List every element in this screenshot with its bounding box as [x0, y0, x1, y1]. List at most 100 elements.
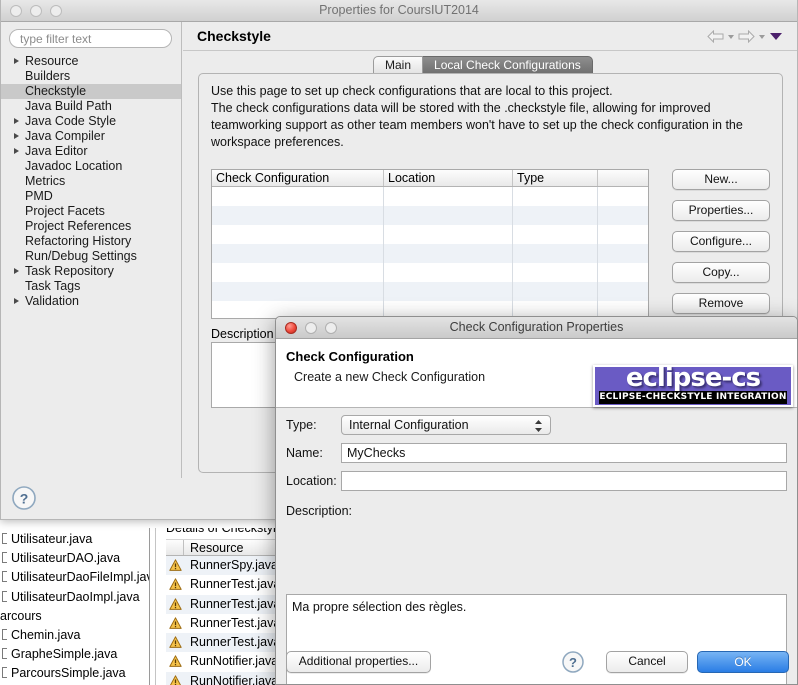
- table-row[interactable]: [212, 206, 648, 225]
- help-icon[interactable]: ?: [11, 485, 37, 511]
- chevron-right-icon[interactable]: [14, 133, 19, 139]
- sidebar-item-checkstyle[interactable]: Checkstyle: [1, 84, 181, 99]
- list-item-label: UtilisateurDAO.java: [11, 551, 120, 565]
- sidebar-item-validation[interactable]: Validation: [1, 294, 181, 309]
- chevron-down-icon[interactable]: [759, 35, 765, 39]
- sidebar-item-task-repository[interactable]: Task Repository: [1, 264, 181, 279]
- sidebar-item-java-code-style[interactable]: Java Code Style: [1, 114, 181, 129]
- list-item[interactable]: UtilisateurDAO.java: [0, 549, 149, 568]
- properties-button[interactable]: Properties...: [672, 200, 770, 221]
- ok-button[interactable]: OK: [697, 651, 789, 673]
- filter-input[interactable]: [9, 29, 172, 48]
- forward-arrow-icon[interactable]: [738, 30, 755, 43]
- table-row[interactable]: [212, 187, 648, 206]
- sidebar-item-java-compiler[interactable]: Java Compiler: [1, 129, 181, 144]
- list-item[interactable]: Chemin.java: [0, 626, 149, 645]
- column-header-location[interactable]: Location: [384, 170, 513, 186]
- check-configurations-table[interactable]: Check Configuration Location Type: [211, 169, 649, 319]
- sidebar-item-project-references[interactable]: Project References: [1, 219, 181, 234]
- additional-properties-button[interactable]: Additional properties...: [286, 651, 431, 673]
- list-item-label: Utilisateur.java: [11, 532, 92, 546]
- sidebar-item-project-facets[interactable]: Project Facets: [1, 204, 181, 219]
- table-row[interactable]: [212, 225, 648, 244]
- sidebar-item-javadoc-location[interactable]: Javadoc Location: [1, 159, 181, 174]
- sidebar-item-refactoring-history[interactable]: Refactoring History: [1, 234, 181, 249]
- row-label: RunnerTest.java: [190, 635, 280, 649]
- sidebar-item-resource[interactable]: Resource: [1, 54, 181, 69]
- remove-button[interactable]: Remove: [672, 293, 770, 314]
- chevron-right-icon[interactable]: [14, 118, 19, 124]
- sidebar-item-java-editor[interactable]: Java Editor: [1, 144, 181, 159]
- chevron-right-icon[interactable]: [14, 268, 19, 274]
- copy-button[interactable]: Copy...: [672, 262, 770, 283]
- table-row[interactable]: [212, 244, 648, 263]
- sidebar-item-label: Builders: [25, 69, 70, 83]
- description-line: workspace preferences.: [211, 134, 770, 151]
- column-header-resource: Resource: [190, 540, 244, 556]
- preferences-sidebar: Resource Builders Checkstyle Java Build …: [1, 22, 182, 478]
- sidebar-item-run-debug-settings[interactable]: Run/Debug Settings: [1, 249, 181, 264]
- sidebar-item-builders[interactable]: Builders: [1, 69, 181, 84]
- table-row[interactable]: [212, 282, 648, 301]
- column-header-extra[interactable]: [598, 170, 648, 186]
- name-label: Name:: [286, 443, 323, 463]
- column-header-check-configuration[interactable]: Check Configuration: [212, 170, 384, 186]
- warning-icon: [169, 598, 182, 611]
- list-item[interactable]: Utilisateur.java: [0, 530, 149, 549]
- list-item-label: Chemin.java: [11, 628, 80, 642]
- java-file-icon: [2, 591, 7, 602]
- dialog-heading: Check Configuration: [286, 349, 414, 364]
- cancel-button[interactable]: Cancel: [606, 651, 688, 673]
- row-label: RunnerTest.java: [190, 597, 280, 611]
- logo-main-text: eclipse-cs: [593, 364, 793, 393]
- sidebar-item-metrics[interactable]: Metrics: [1, 174, 181, 189]
- row-label: RunnerSpy.java: [190, 558, 278, 572]
- location-input[interactable]: [341, 471, 787, 491]
- warning-icon: [169, 559, 182, 572]
- sidebar-item-label: PMD: [25, 189, 53, 203]
- list-item[interactable]: UtilisateurDaoFileImpl.jav: [0, 568, 149, 587]
- view-menu-icon[interactable]: [769, 32, 783, 42]
- name-input[interactable]: [341, 443, 787, 463]
- java-file-icon: [2, 533, 7, 544]
- help-icon[interactable]: ?: [561, 650, 585, 674]
- sidebar-item-java-build-path[interactable]: Java Build Path: [1, 99, 181, 114]
- warning-icon: [169, 675, 182, 685]
- new-button[interactable]: New...: [672, 169, 770, 190]
- stepper-icon[interactable]: [534, 419, 543, 433]
- sidebar-item-task-tags[interactable]: Task Tags: [1, 279, 181, 294]
- eclipse-cs-logo: eclipse-cs ECLIPSE-CHECKSTYLE INTEGRATIO…: [593, 365, 793, 407]
- package-explorer-file-list[interactable]: Utilisateur.java UtilisateurDAO.java Uti…: [0, 528, 150, 685]
- warning-icon: [169, 617, 182, 630]
- preferences-tree: Resource Builders Checkstyle Java Build …: [1, 54, 181, 309]
- chevron-right-icon[interactable]: [14, 58, 19, 64]
- logo-sub-text: ECLIPSE-CHECKSTYLE INTEGRATION: [599, 391, 787, 404]
- list-item-label: UtilisateurDaoFileImpl.jav: [11, 570, 150, 584]
- table-row[interactable]: [212, 263, 648, 282]
- chevron-right-icon[interactable]: [14, 148, 19, 154]
- window-title: Properties for CoursIUT2014: [1, 0, 797, 22]
- table-body: [212, 187, 648, 318]
- chevron-right-icon[interactable]: [14, 298, 19, 304]
- list-item[interactable]: ParcoursSimple.java: [0, 664, 149, 683]
- back-arrow-icon[interactable]: [707, 30, 724, 43]
- list-item[interactable]: arcours: [0, 607, 149, 626]
- type-dropdown[interactable]: Internal Configuration: [341, 415, 551, 435]
- dialog-form: Type: Internal Configuration Name: Locat…: [276, 409, 797, 684]
- page-nav-icons: [707, 30, 783, 43]
- configure-button[interactable]: Configure...: [672, 231, 770, 252]
- column-header-type[interactable]: Type: [513, 170, 598, 186]
- row-label: RunNotifier.java: [190, 674, 278, 685]
- java-file-icon: [2, 667, 7, 678]
- sidebar-item-pmd[interactable]: PMD: [1, 189, 181, 204]
- location-label: Location:: [286, 471, 337, 491]
- java-file-icon: [2, 629, 7, 640]
- tab-local-check-configurations[interactable]: Local Check Configurations: [423, 56, 593, 74]
- type-control: Internal Configuration: [341, 415, 787, 435]
- tab-main[interactable]: Main: [373, 56, 423, 74]
- list-item[interactable]: UtilisateurDaoImpl.java: [0, 588, 149, 607]
- description-label: Description: [211, 327, 274, 341]
- warning-icon: [169, 636, 182, 649]
- list-item[interactable]: GrapheSimple.java: [0, 645, 149, 664]
- chevron-down-icon[interactable]: [728, 35, 734, 39]
